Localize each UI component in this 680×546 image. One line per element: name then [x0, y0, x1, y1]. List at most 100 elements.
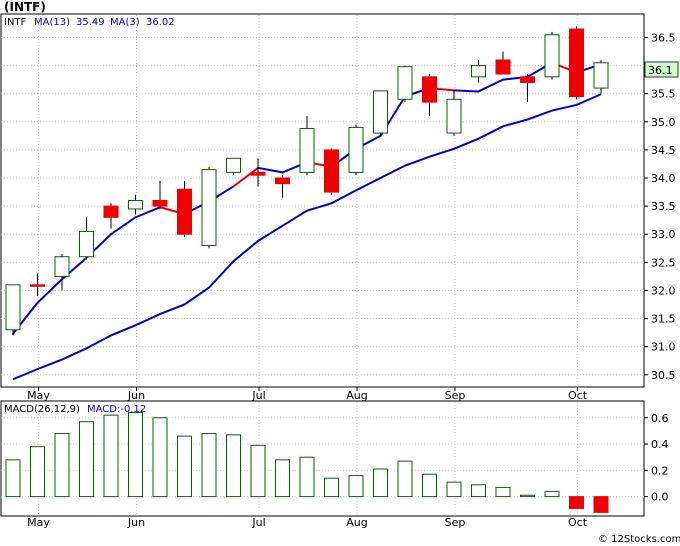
chart-title: (INTF) [4, 0, 46, 14]
macd-value-label: MACD:-0.12 [87, 404, 146, 415]
legend-ma13-label: MA(13) [34, 17, 70, 28]
macd-bar-positive [544, 490, 560, 498]
macd-bar-positive [520, 494, 535, 498]
price-x-tick-label: Jun [127, 389, 145, 402]
candle-body [471, 65, 486, 78]
macd-bar-positive [54, 433, 70, 498]
price-x-tick-label: Aug [346, 389, 367, 402]
ma3-segment [453, 89, 480, 93]
macd-bar-positive [152, 417, 168, 498]
macd-bar-positive [250, 444, 266, 498]
candle-down [569, 26, 584, 100]
candle-down [177, 180, 192, 238]
candle-up [348, 124, 364, 176]
candle-body [152, 200, 168, 207]
candle-body [348, 126, 364, 173]
price-y-tick-label: 35.0 [651, 116, 676, 129]
candle-body [569, 28, 584, 98]
candle-body [275, 177, 290, 185]
candle-body [397, 66, 413, 100]
legend-ma13-value: 35.49 [76, 17, 105, 28]
macd-bar-positive [103, 414, 119, 498]
candle-body [103, 205, 119, 218]
macd-bar-positive [324, 477, 339, 498]
macd-y-tick-label: 0.2 [651, 464, 669, 477]
candle-body [54, 256, 70, 277]
candle-up [5, 284, 21, 336]
macd-bar-positive [177, 435, 192, 498]
candle-up [373, 90, 388, 136]
candle-up [544, 31, 560, 80]
price-x-tick-label: Oct [568, 389, 588, 402]
last-price-value: 36.1 [648, 64, 673, 77]
macd-bar-positive [30, 446, 45, 498]
last-price-tag: 36.1 [644, 61, 679, 78]
macd-bar-positive [226, 434, 241, 498]
macd-x-tick-label: Aug [346, 516, 367, 529]
macd-bar-positive [446, 481, 462, 498]
macd-bar-positive [128, 412, 143, 498]
macd-bar-negative [569, 496, 584, 509]
candle-body [373, 90, 388, 134]
price-x-tick-label: May [27, 389, 50, 402]
candle-body [446, 98, 462, 134]
macd-y-tick-label: 0.4 [651, 438, 669, 451]
candle-up [226, 157, 241, 176]
price-y-tick-label: 35.5 [651, 88, 676, 101]
price-y-tick-label: 30.5 [651, 369, 676, 382]
legend-symbol: INTF [4, 17, 27, 28]
copyright-text: © 12Stocks.com [598, 534, 680, 545]
candle-up [397, 65, 413, 103]
macd-legend: MACD(26,12,9) MACD:-0.12 [4, 404, 146, 415]
price-y-tick-label: 34.5 [651, 144, 676, 157]
price-y-tick-label: 33.5 [651, 200, 676, 213]
candle-body [30, 284, 45, 287]
price-y-tick-label: 32.5 [651, 256, 676, 269]
price-y-tick-label: 31.0 [651, 341, 676, 354]
macd-bar-positive [373, 468, 388, 498]
macd-bar-negative [593, 496, 609, 513]
candle-body [495, 59, 511, 75]
macd-bar-positive [348, 475, 364, 498]
macd-x-tick-label: Sep [445, 516, 466, 529]
candle-body [520, 76, 535, 83]
macd-bar-positive [201, 433, 217, 498]
stock-chart: (INTF) 30.5 31.0 31.5 32.0 32.5 33.0 33.5 34.0 3… [0, 0, 680, 546]
candle-body [128, 200, 143, 210]
candle-down [324, 148, 339, 195]
macd-label: MACD(26,12,9) [4, 404, 80, 415]
candle-body [324, 149, 339, 193]
candle-up [201, 166, 217, 249]
candle-body [177, 188, 192, 235]
candle-body [5, 284, 21, 331]
candle-body [544, 34, 560, 78]
macd-x-tick-label: Jun [127, 516, 145, 529]
price-y-tick-label: 34.0 [651, 172, 676, 185]
price-x-tick-label: Sep [445, 389, 466, 402]
macd-y-tick-label: 0.6 [651, 412, 669, 425]
candle-body [79, 230, 94, 258]
legend-ma3-value: 36.02 [146, 17, 175, 28]
price-y-tick-label: 32.0 [651, 284, 676, 297]
candle-body [226, 157, 241, 173]
macd-y-tick-label: 0.0 [651, 491, 669, 504]
legend-ma3-label: MA(3) [110, 17, 140, 28]
price-x-tick-label: Jul [251, 389, 265, 402]
macd-bar-positive [299, 456, 315, 498]
macd-x-tick-label: Oct [568, 516, 588, 529]
macd-bar-positive [5, 459, 21, 498]
candle-body [250, 171, 266, 176]
macd-bar-positive [471, 484, 486, 498]
price-y-tick-label: 33.0 [651, 228, 676, 241]
candle-body [201, 169, 217, 246]
price-y-tick-label: 36.5 [651, 31, 676, 44]
macd-x-tick-label: May [27, 516, 50, 529]
macd-bar-positive [79, 421, 94, 498]
macd-x-tick-label: Jul [251, 516, 265, 529]
macd-bar-positive [397, 460, 413, 498]
macd-bar-positive [275, 459, 290, 498]
candle-body [593, 62, 609, 89]
macd-bar-positive [422, 473, 437, 498]
candle-body [299, 128, 315, 173]
candle-body [422, 76, 437, 103]
